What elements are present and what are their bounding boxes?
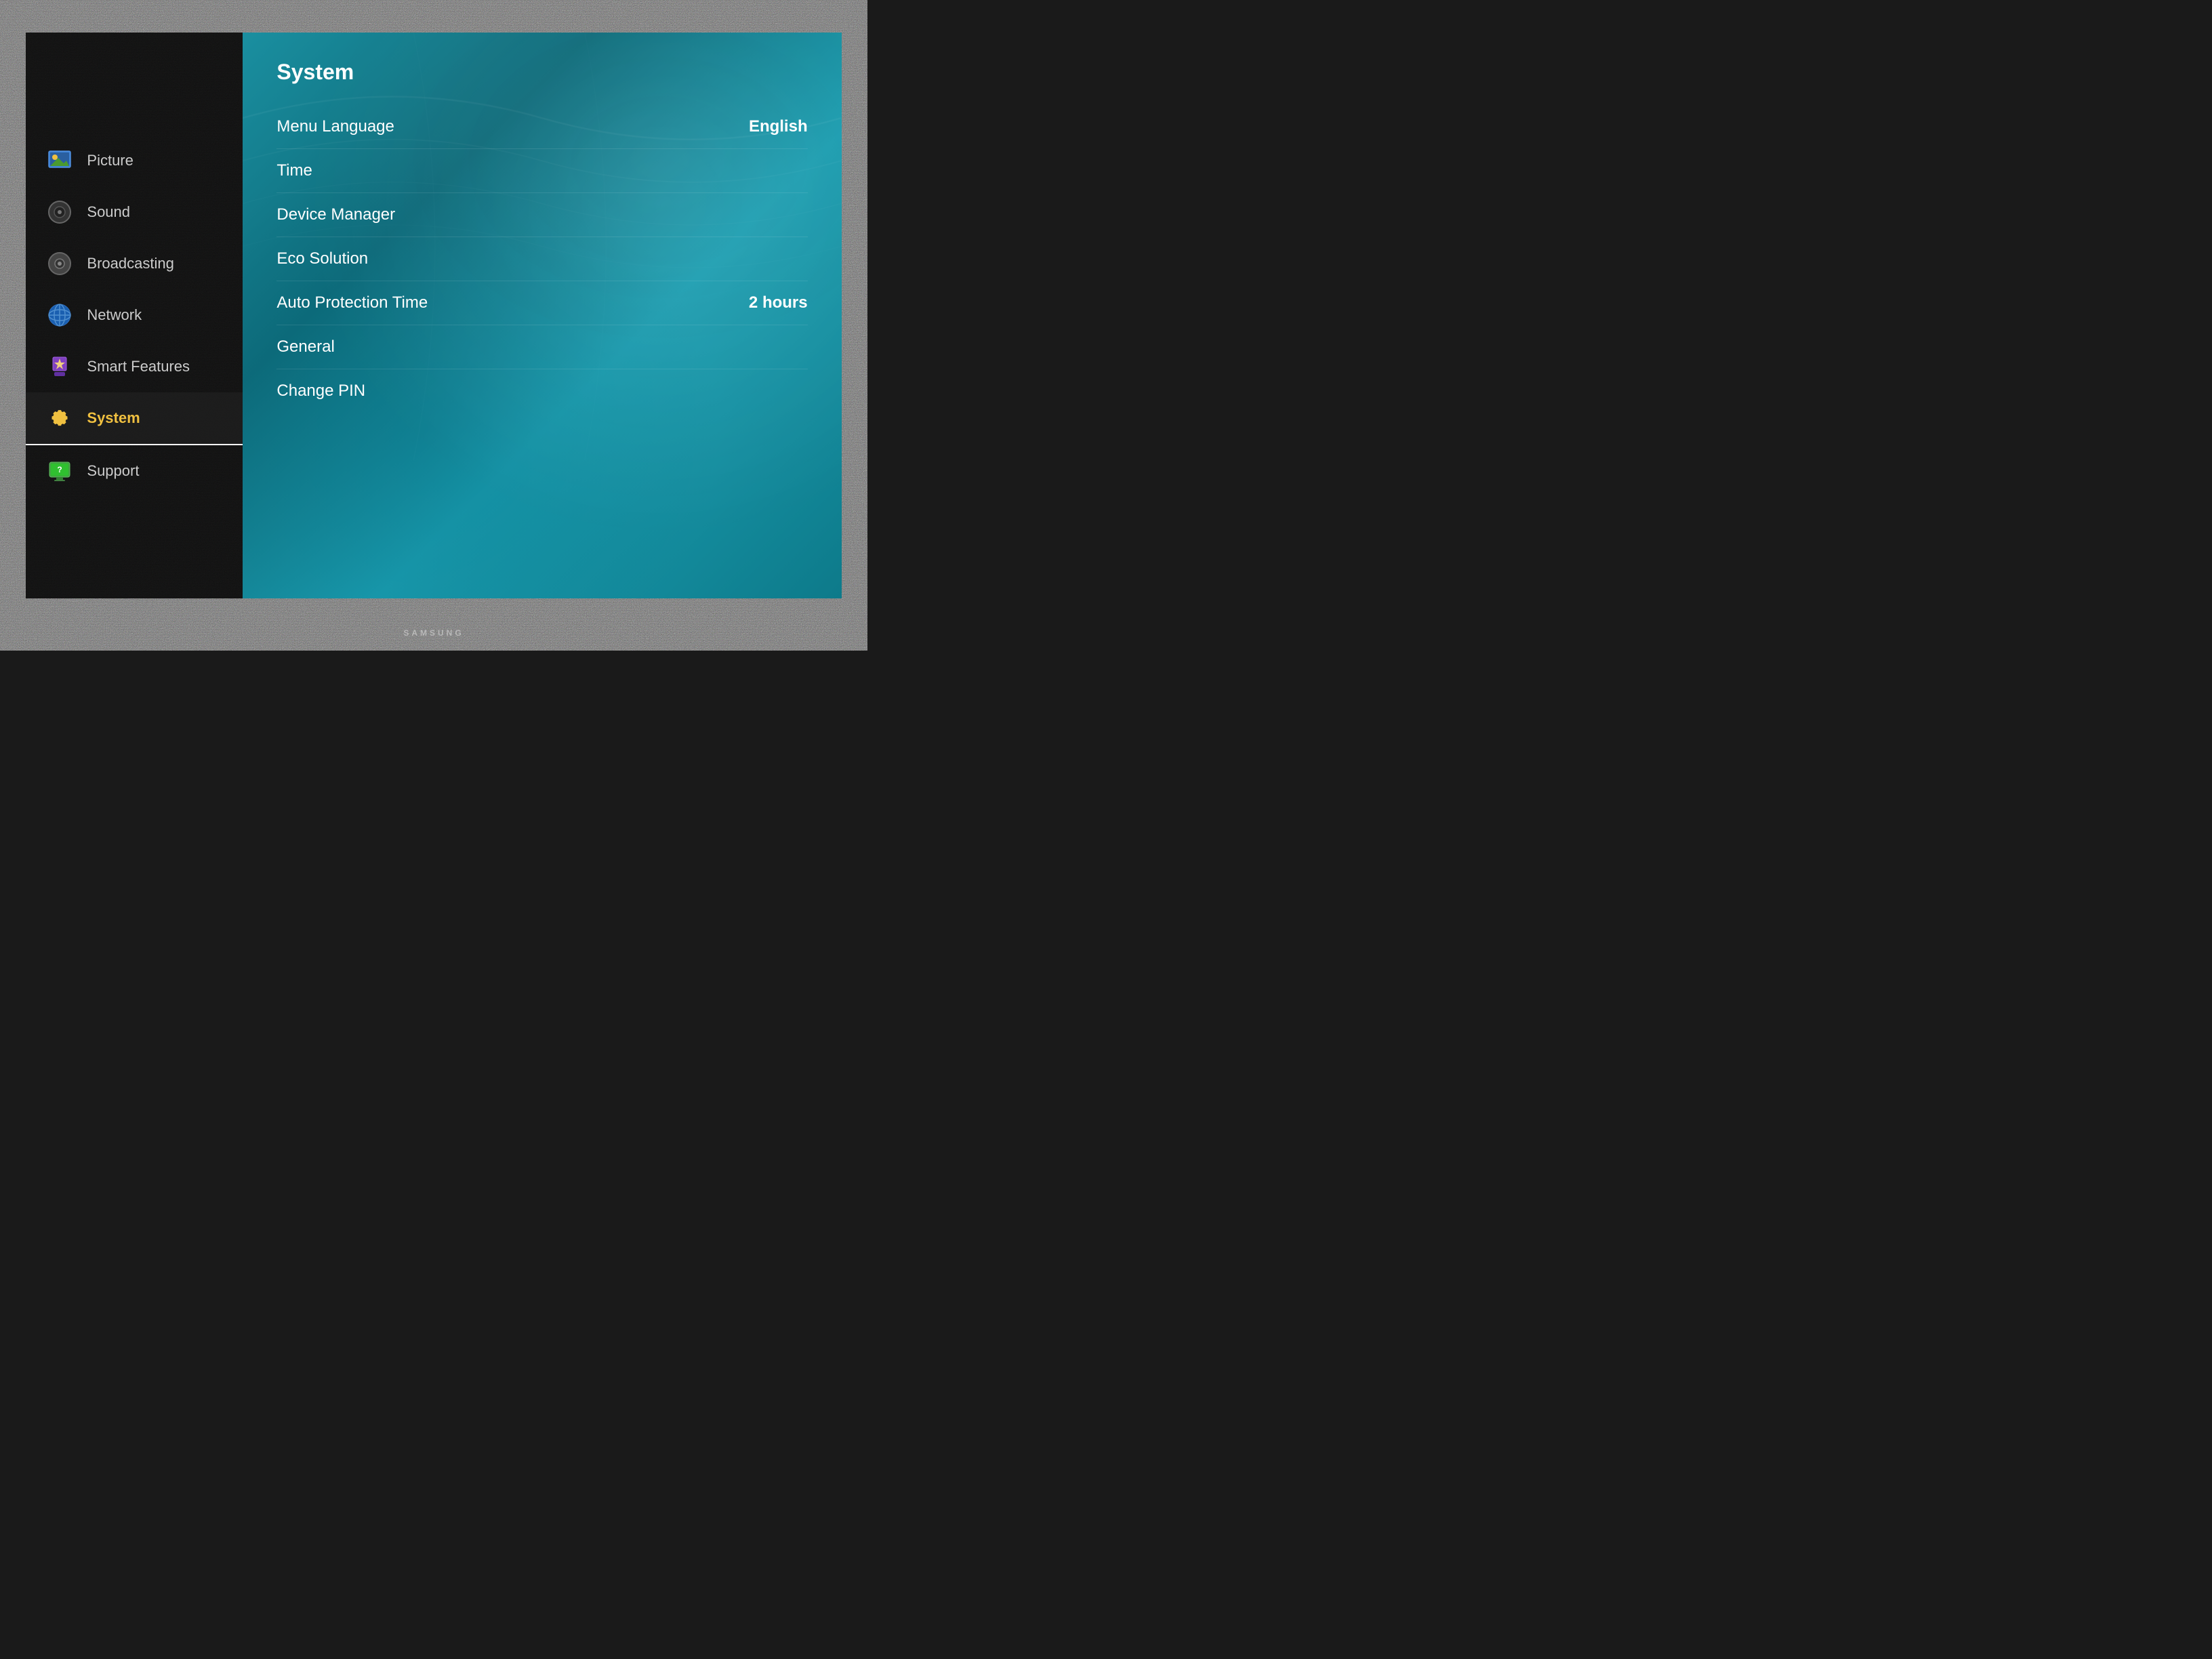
sidebar: Picture Sound Broadcasting <box>26 33 243 598</box>
change-pin-label: Change PIN <box>276 382 365 401</box>
menu-item-time[interactable]: Time <box>276 149 807 193</box>
sidebar-item-broadcasting-label: Broadcasting <box>87 255 173 272</box>
menu-items-list: Menu Language English Time Device Manage… <box>276 105 807 413</box>
sidebar-item-smart-features-label: Smart Features <box>87 358 190 375</box>
auto-protection-time-value: 2 hours <box>749 293 808 312</box>
menu-item-change-pin[interactable]: Change PIN <box>276 369 807 413</box>
panel-title: System <box>276 60 807 85</box>
picture-icon <box>46 147 73 174</box>
sound-icon <box>46 199 73 226</box>
sidebar-item-sound[interactable]: Sound <box>26 186 243 238</box>
sidebar-item-sound-label: Sound <box>87 203 130 221</box>
eco-solution-label: Eco Solution <box>276 249 368 268</box>
network-icon <box>46 302 73 329</box>
sidebar-item-support-label: Support <box>87 462 139 480</box>
menu-language-label: Menu Language <box>276 117 394 136</box>
menu-item-auto-protection-time[interactable]: Auto Protection Time 2 hours <box>276 281 807 325</box>
content-panel: System Menu Language English Time Device… <box>243 33 841 598</box>
time-label: Time <box>276 161 312 180</box>
sidebar-item-picture-label: Picture <box>87 152 133 169</box>
menu-item-general[interactable]: General <box>276 325 807 369</box>
menu-item-menu-language[interactable]: Menu Language English <box>276 105 807 149</box>
sidebar-item-system[interactable]: System <box>26 392 243 445</box>
svg-text:?: ? <box>58 465 62 474</box>
sidebar-item-picture[interactable]: Picture <box>26 135 243 186</box>
auto-protection-time-label: Auto Protection Time <box>276 293 428 312</box>
sidebar-item-support[interactable]: ? Support <box>26 445 243 497</box>
menu-item-eco-solution[interactable]: Eco Solution <box>276 237 807 281</box>
device-manager-label: Device Manager <box>276 205 395 224</box>
system-icon <box>46 405 73 432</box>
sidebar-item-smart-features[interactable]: Smart Features <box>26 341 243 392</box>
smart-features-icon <box>46 353 73 380</box>
support-icon: ? <box>46 457 73 485</box>
sidebar-item-broadcasting[interactable]: Broadcasting <box>26 238 243 289</box>
samsung-logo: SAMSUNG <box>403 628 464 638</box>
broadcasting-icon <box>46 250 73 277</box>
main-screen: Picture Sound Broadcasting <box>26 33 841 598</box>
menu-language-value: English <box>749 117 808 136</box>
sidebar-item-network-label: Network <box>87 306 142 324</box>
sidebar-item-system-label: System <box>87 409 140 427</box>
sidebar-item-network[interactable]: Network <box>26 289 243 341</box>
menu-item-device-manager[interactable]: Device Manager <box>276 193 807 237</box>
general-label: General <box>276 337 334 356</box>
